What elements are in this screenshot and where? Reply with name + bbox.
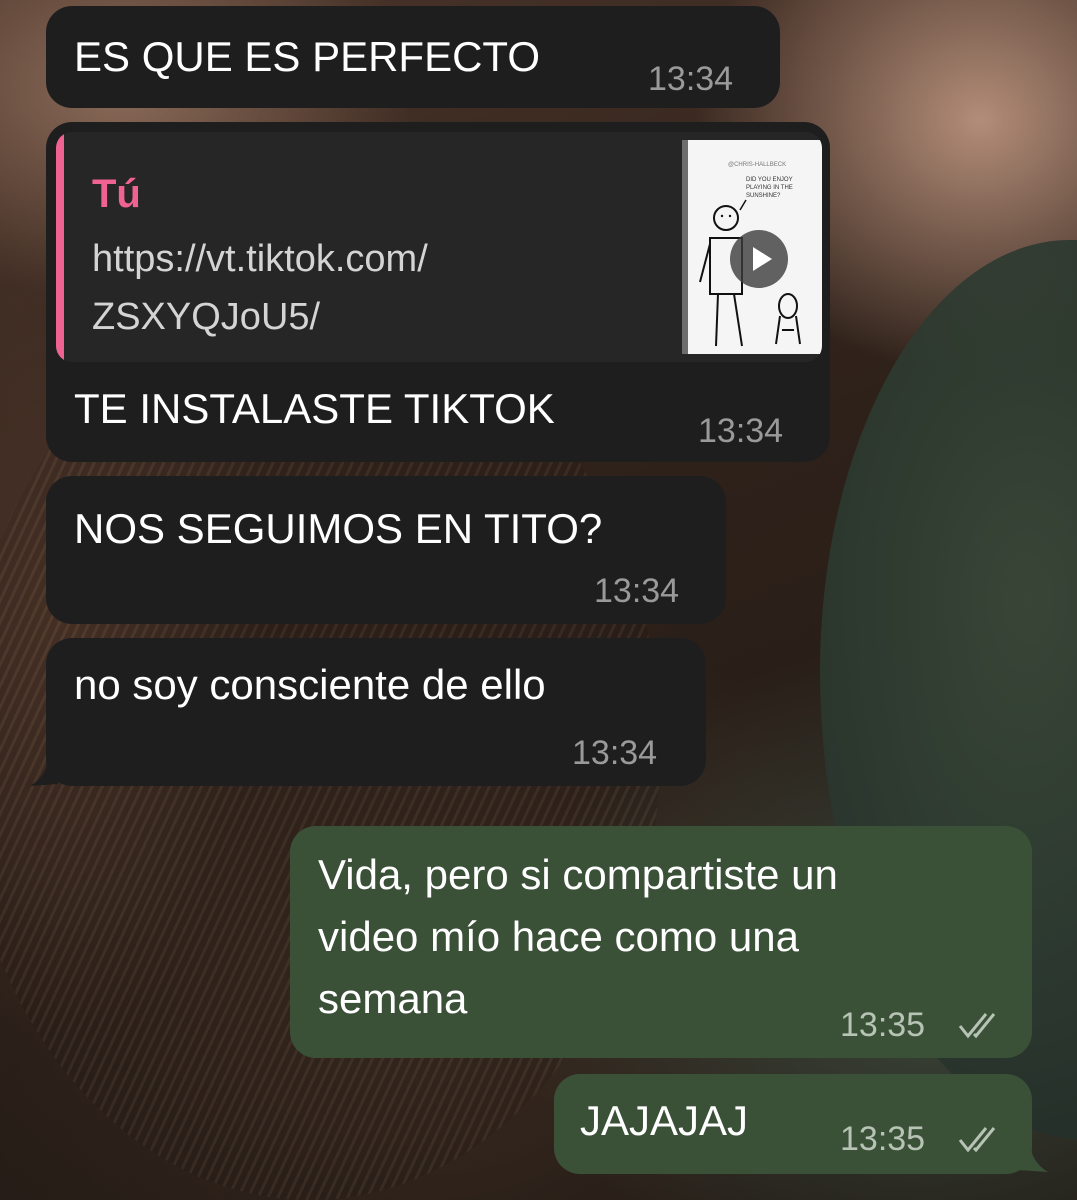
reply-quote[interactable]: Tú https://vt.tiktok.com/ ZSXYQJoU5/ @CH… [56,132,822,362]
message-time: 13:34 [594,572,680,610]
message-text: ES QUE ES PERFECTO [74,33,540,80]
play-button[interactable] [730,230,788,288]
message-time: 13:35 [840,1120,926,1158]
message-text-line: Vida, pero si compartiste un [318,851,838,898]
double-check-icon [958,1127,996,1153]
double-check-icon [958,1013,996,1039]
play-icon [753,247,772,271]
message-text: JAJAJAJ [580,1097,749,1144]
message-bubble-incoming[interactable]: no soy consciente de ello 13:34 [46,638,706,786]
message-text-line: semana [318,975,468,1022]
incoming-bubble-tail [30,750,58,786]
message-text: NOS SEGUIMOS EN TITO? [74,505,603,552]
message-time: 13:34 [648,60,734,98]
outgoing-bubble-tail [1018,1136,1048,1172]
message-bubble-outgoing[interactable]: Vida, pero si compartiste un video mío h… [290,826,1032,1058]
message-text-line: video mío hace como una [318,913,799,960]
reply-sender: Tú [92,172,141,216]
reply-accent-bar [56,132,64,362]
message-bubble-outgoing[interactable]: JAJAJAJ 13:35 [554,1074,1032,1174]
message-time: 13:35 [840,1006,926,1044]
message-bubble-incoming[interactable]: NOS SEGUIMOS EN TITO? 13:34 [46,476,726,624]
reply-link-line-2[interactable]: ZSXYQJoU5/ [92,296,320,339]
message-text: TE INSTALASTE TIKTOK [74,385,555,432]
message-time: 13:34 [698,412,784,450]
message-time: 13:34 [572,734,658,772]
message-bubble-incoming[interactable]: ES QUE ES PERFECTO 13:34 [46,6,780,108]
message-text: no soy consciente de ello [74,661,546,708]
message-bubble-incoming-reply[interactable]: Tú https://vt.tiktok.com/ ZSXYQJoU5/ @CH… [46,122,830,462]
video-thumbnail[interactable]: @CHRIS-HALLBECK DID YOU ENJOY PLAYING IN… [682,140,822,354]
reply-link-line-1[interactable]: https://vt.tiktok.com/ [92,238,428,281]
